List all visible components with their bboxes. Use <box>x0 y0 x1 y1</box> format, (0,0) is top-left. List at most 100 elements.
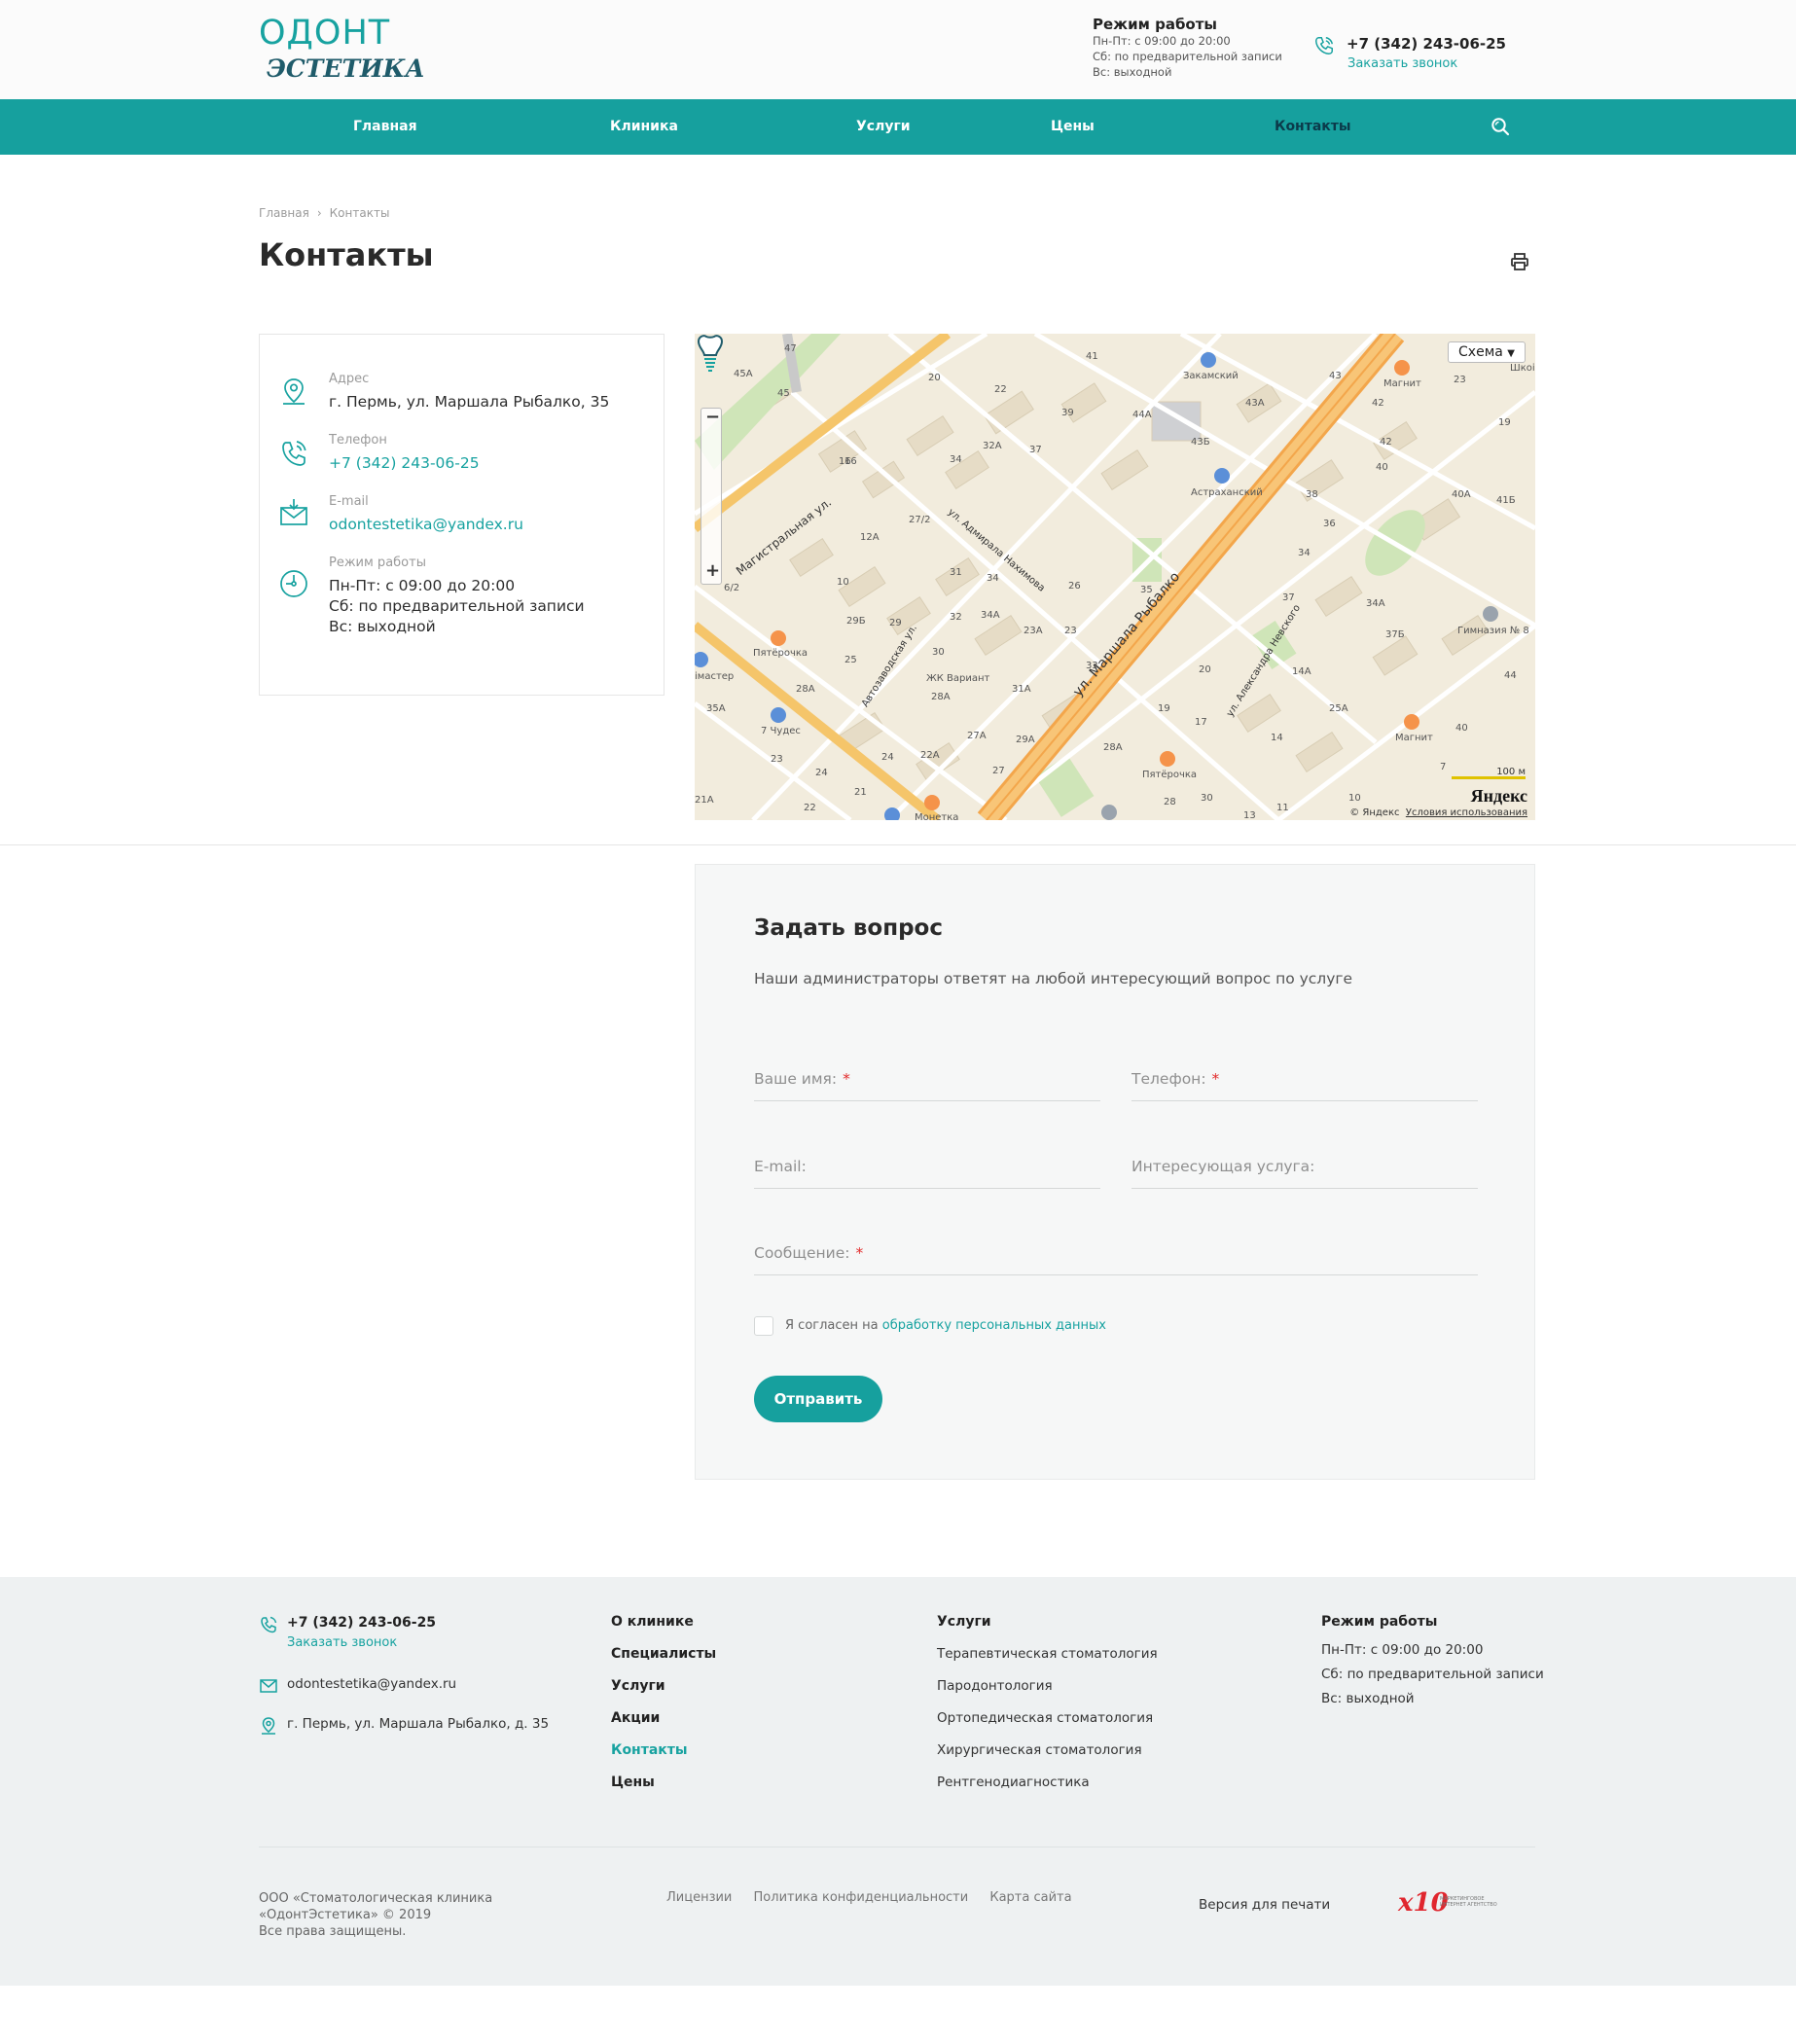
footer-phone[interactable]: +7 (342) 243-06-25 <box>287 1615 436 1631</box>
map-house-number: 23 <box>771 754 783 765</box>
email-link[interactable]: odontestetika@yandex.ru <box>329 516 523 533</box>
map-house-number: 23 <box>1064 626 1077 636</box>
phone-field[interactable]: Телефон: * <box>1131 1062 1478 1101</box>
footer-menu-item[interactable]: Услуги <box>611 1678 716 1710</box>
name-field[interactable]: Ваше имя: * <box>754 1062 1100 1101</box>
map-house-number: 11 <box>1276 803 1289 813</box>
footer-services-title[interactable]: Услуги <box>937 1614 1158 1646</box>
required-mark: * <box>855 1244 864 1262</box>
phone-link[interactable]: +7 (342) 243-06-25 <box>329 454 480 472</box>
footer-menu-item[interactable]: О клинике <box>611 1614 716 1646</box>
map-house-number: 35 <box>1140 585 1153 595</box>
phone-icon <box>282 441 306 466</box>
header-callback-link[interactable]: Заказать звонок <box>1347 56 1457 71</box>
footer-hours-line: Сб: по предварительной записи <box>1321 1667 1544 1682</box>
nav-item-contacts[interactable]: Контакты <box>1275 119 1351 134</box>
footer-menu-item[interactable]: Специалисты <box>611 1646 716 1678</box>
map-house-number: 37Б <box>1385 629 1405 640</box>
footer-hours: Режим работы Пн-Пт: с 09:00 до 20:00 Сб:… <box>1321 1614 1544 1715</box>
footer-menu-item[interactable]: Цены <box>611 1775 716 1807</box>
footer-menu: О клинике Специалисты Услуги Акции Конта… <box>611 1614 716 1807</box>
map-house-number: 28 <box>1164 797 1176 807</box>
breadcrumb-home[interactable]: Главная <box>259 206 309 220</box>
footer-service-link[interactable]: Рентгенодиагностика <box>937 1775 1158 1807</box>
footer-service-link[interactable]: Терапевтическая стоматология <box>937 1646 1158 1678</box>
map-house-number: 20 <box>1199 664 1211 675</box>
footer-menu-item[interactable]: Акции <box>611 1710 716 1742</box>
service-field[interactable]: Интересующая услуга: <box>1131 1150 1478 1189</box>
footer-hours-line: Пн-Пт: с 09:00 до 20:00 <box>1321 1642 1484 1658</box>
header-phone[interactable]: +7 (342) 243-06-25 <box>1347 35 1506 53</box>
map-house-number: 34A <box>981 610 1000 621</box>
hours-line: Пн-Пт: с 09:00 до 20:00 <box>329 577 516 594</box>
map-zoom-slider[interactable]: − + <box>700 407 722 585</box>
map-house-number: 32 <box>950 612 962 623</box>
map-house-number: 24 <box>815 768 828 778</box>
phone-label: Телефон <box>329 433 387 448</box>
yandex-logo[interactable]: Яндекс <box>1471 786 1527 807</box>
map-copyright-text: © Яндекс <box>1349 807 1400 818</box>
section-divider <box>0 844 1796 845</box>
email-field[interactable]: E-mail: <box>754 1150 1100 1189</box>
map-house-number: 30 <box>1201 793 1213 804</box>
clinic-marker-icon[interactable] <box>695 334 726 375</box>
map-house-number: 31 <box>950 567 962 578</box>
contact-card: Адрес г. Пермь, ул. Маршала Рыбалко, 35 … <box>259 334 665 696</box>
phone-field-label: Телефон: <box>1131 1070 1206 1088</box>
map-house-number: 30 <box>932 647 945 658</box>
service-field-label: Интересующая услуга: <box>1131 1158 1315 1175</box>
logo-line2: ЭСТЕТИКА <box>267 54 425 83</box>
map[interactable]: ул. Маршала Рыбалко Магистральная ул. ул… <box>695 334 1535 820</box>
footer-links: Лицензии Политика конфиденциальности Кар… <box>666 1890 1090 1905</box>
map-house-number: 41 <box>1086 351 1098 362</box>
map-house-number: 21A <box>695 795 714 806</box>
hours-label: Режим работы <box>329 556 426 570</box>
map-house-number: 20 <box>928 373 941 383</box>
header-hours-line: Вс: выходной <box>1093 65 1172 79</box>
nav-item-prices[interactable]: Цены <box>1051 119 1095 134</box>
map-house-number: 43 <box>1329 371 1342 381</box>
nav-item-services[interactable]: Услуги <box>856 119 911 134</box>
agency-logo-text: МАРКЕТИНГОВОЕ ИНТЕРНЕТ АГЕНТСТВО <box>1440 1896 1497 1908</box>
print-icon[interactable] <box>1510 252 1529 271</box>
footer-service-link[interactable]: Хирургическая стоматология <box>937 1742 1158 1775</box>
header-hours: Режим работы Пн-Пт: с 09:00 до 20:00 Сб:… <box>1093 16 1282 80</box>
form-subtitle: Наши администраторы ответят на любой инт… <box>754 970 1353 987</box>
footer-copyright: ООО «Стоматологическая клиника «ОдонтЭст… <box>259 1890 492 1940</box>
map-layer-dropdown[interactable]: Схема ▼ <box>1448 341 1526 363</box>
map-house-number: 34 <box>950 454 962 465</box>
footer-link-privacy[interactable]: Политика конфиденциальности <box>754 1890 969 1905</box>
map-house-number: 35A <box>706 703 726 714</box>
footer-menu-item-active[interactable]: Контакты <box>611 1742 716 1775</box>
name-field-label: Ваше имя: <box>754 1070 838 1088</box>
map-house-number: 38 <box>1306 489 1318 500</box>
map-house-number: 29Б <box>846 616 866 627</box>
logo[interactable]: ОДОНТ ЭСТЕТИКА <box>259 14 425 86</box>
map-house-number: 14A <box>1292 666 1311 677</box>
map-house-number: 27A <box>967 731 987 741</box>
nav-item-home[interactable]: Главная <box>353 119 417 134</box>
message-field[interactable]: Сообщение: * <box>754 1237 1478 1275</box>
map-house-number: 43A <box>1245 398 1265 409</box>
footer-service-link[interactable]: Пародонтология <box>937 1678 1158 1710</box>
zoom-in-button[interactable]: + <box>705 560 720 581</box>
footer-link-sitemap[interactable]: Карта сайта <box>989 1890 1071 1905</box>
footer-email[interactable]: odontestetika@yandex.ru <box>287 1676 456 1692</box>
map-house-number: 42 <box>1372 398 1384 409</box>
zoom-out-button[interactable]: − <box>705 407 720 427</box>
consent-link[interactable]: обработку персональных данных <box>882 1318 1106 1333</box>
nav-item-clinic[interactable]: Клиника <box>610 119 678 134</box>
map-house-number: 26 <box>1068 581 1081 592</box>
footer-callback-link[interactable]: Заказать звонок <box>287 1635 397 1650</box>
footer-service-link[interactable]: Ортопедическая стоматология <box>937 1710 1158 1742</box>
map-house-number: 36 <box>1323 519 1336 529</box>
map-house-number: 34A <box>1366 598 1385 609</box>
map-house-number: 33 <box>1086 661 1098 671</box>
map-terms-link[interactable]: Условия использования <box>1406 807 1527 818</box>
search-icon[interactable] <box>1491 117 1510 136</box>
map-house-number: 22 <box>994 384 1007 395</box>
print-version-link[interactable]: Версия для печати <box>1199 1897 1330 1913</box>
submit-button[interactable]: Отправить <box>754 1376 882 1422</box>
footer-link-licenses[interactable]: Лицензии <box>666 1890 732 1905</box>
consent-checkbox[interactable] <box>754 1316 773 1336</box>
